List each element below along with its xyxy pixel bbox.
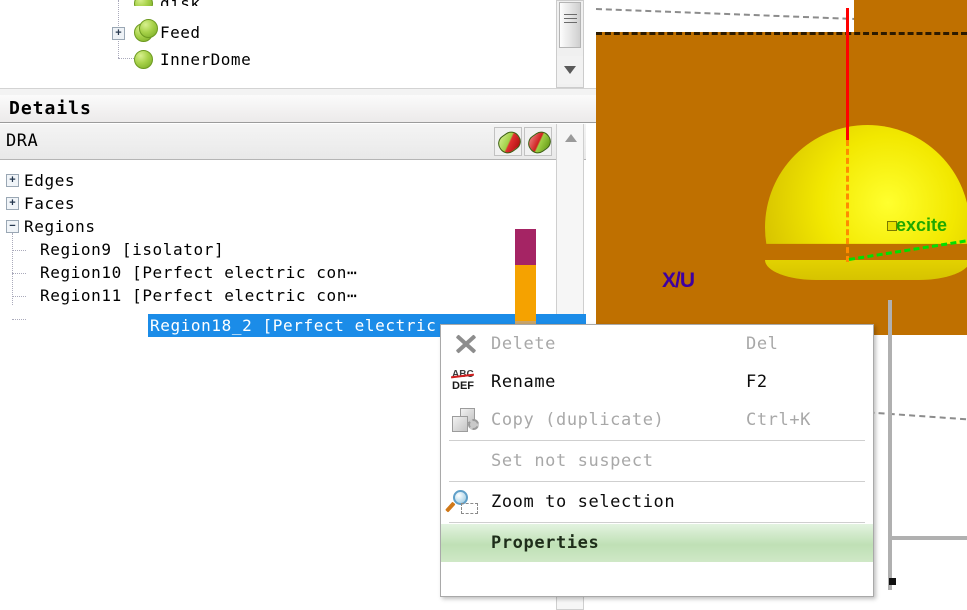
colorbar-segment	[515, 265, 536, 321]
colorbar-segment	[515, 229, 536, 265]
viewport-vertical-rule	[888, 300, 892, 590]
tree-node-label: InnerDome	[160, 50, 252, 69]
details-region-label: Region9 [isolator]	[40, 240, 225, 259]
model-tree-panel[interactable]: disk + Feed InnerDome	[0, 0, 596, 92]
tree-node-disk[interactable]: disk	[134, 0, 201, 6]
menu-item-accelerator: Del	[746, 334, 779, 354]
details-title-label: Details	[9, 98, 92, 119]
details-region-label: Region10 [Perfect electric con⋯	[40, 263, 358, 282]
details-object-name: DRA	[6, 131, 39, 151]
details-expander-regions[interactable]: −	[6, 220, 19, 233]
details-region-label-selected: Region18_2 [Perfect electric	[150, 316, 437, 335]
tree-node-label: disk	[160, 0, 201, 6]
result-colorbar	[515, 229, 536, 327]
context-menu[interactable]: Delete Del ABCDEF Rename F2 Copy (duplic…	[440, 324, 874, 597]
tree-node-feed[interactable]: Feed	[134, 19, 201, 42]
details-guide-line	[12, 233, 13, 305]
details-guide-line	[12, 273, 26, 274]
menu-separator	[449, 481, 865, 482]
details-expander-faces[interactable]: +	[6, 197, 19, 210]
menu-item-set-not-suspect[interactable]: Set not suspect	[441, 442, 873, 480]
menu-item-label: Properties	[491, 533, 600, 553]
menu-item-rename[interactable]: ABCDEF Rename F2	[441, 363, 873, 401]
tree-node-innerdome[interactable]: InnerDome	[134, 50, 251, 69]
details-title-bar: Details	[0, 95, 596, 123]
menu-separator	[449, 522, 865, 523]
excite-port-label: excite	[896, 215, 948, 235]
tree-scroll-down-button[interactable]	[557, 56, 583, 84]
pill-shape	[494, 128, 525, 157]
menu-item-zoom-to-selection[interactable]: Zoom to selection	[441, 483, 873, 521]
details-row-label: Regions	[24, 217, 96, 236]
menu-item-accelerator: Ctrl+K	[746, 410, 812, 430]
z-axis-dashed	[846, 140, 849, 262]
chevron-up-icon	[565, 134, 577, 142]
x-axis-label: X/U	[662, 269, 695, 292]
details-guide-line	[12, 296, 26, 297]
menu-item-copy-duplicate[interactable]: Copy (duplicate) Ctrl+K	[441, 401, 873, 439]
rename-abc-def-icon: ABCDEF	[450, 369, 481, 395]
menu-item-accelerator: F2	[746, 372, 768, 392]
tree-expander-feed[interactable]: +	[112, 27, 125, 40]
green-sphere-icon	[134, 0, 153, 6]
viewport-horizontal-rule	[888, 536, 967, 540]
tree-node-label: Feed	[160, 23, 201, 42]
menu-item-delete[interactable]: Delete Del	[441, 325, 873, 363]
chevron-down-icon	[564, 66, 576, 74]
pill-shape	[524, 128, 555, 157]
menu-item-label: Set not suspect	[491, 451, 654, 471]
menu-item-label: Copy (duplicate)	[491, 410, 665, 430]
delete-x-icon	[451, 331, 481, 357]
green-sphere-double-icon	[134, 19, 158, 42]
copy-cubes-icon	[451, 407, 481, 433]
pill-red-green-icon[interactable]	[524, 127, 555, 157]
z-axis-solid	[846, 8, 849, 140]
menu-item-label: Rename	[491, 372, 557, 392]
menu-separator	[449, 440, 865, 441]
menu-item-label: Zoom to selection	[491, 492, 676, 512]
tree-guide-line	[118, 58, 134, 59]
tree-scrollbar-thumb[interactable]	[559, 2, 581, 48]
details-scroll-up-button[interactable]	[557, 124, 583, 152]
details-expander-edges[interactable]: +	[6, 174, 19, 187]
pill-green-red-icon[interactable]	[494, 127, 525, 157]
details-row-label: Edges	[24, 171, 76, 190]
details-row-label: Faces	[24, 194, 76, 213]
details-object-row[interactable]: DRA	[0, 124, 586, 160]
details-region-label: Region11 [Perfect electric con⋯	[40, 286, 358, 305]
viewport-marker-dot	[889, 578, 896, 585]
menu-item-properties[interactable]: Properties	[441, 524, 873, 562]
zoom-magnifier-icon	[445, 489, 481, 515]
green-sphere-icon	[134, 50, 153, 69]
details-guide-line	[12, 250, 26, 251]
menu-item-label: Delete	[491, 334, 557, 354]
details-guide-line	[12, 319, 26, 320]
scrollbar-grip-icon	[564, 14, 577, 23]
